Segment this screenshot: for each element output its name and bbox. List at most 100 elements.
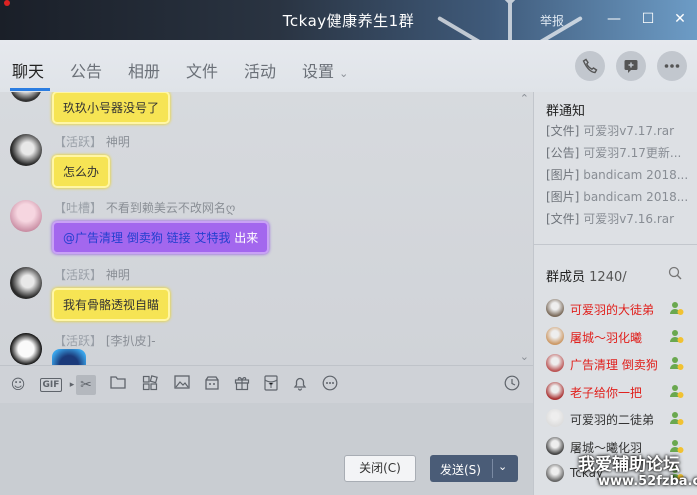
member-level-icon xyxy=(668,300,684,316)
notice-item[interactable]: [公告] 可爱羽7.17更新... xyxy=(546,144,681,161)
shop-icon[interactable] xyxy=(202,375,222,395)
member-name[interactable]: 屠城～羽化曦 xyxy=(570,329,642,346)
notification-dot xyxy=(4,0,10,6)
notice-item[interactable]: [文件] 可爱羽v7.17.rar xyxy=(546,122,674,139)
gif-icon[interactable]: GIF xyxy=(40,378,62,392)
notice-text: bandicam 2018... xyxy=(583,190,689,204)
member-name[interactable]: 广告清理 倒卖狗 xyxy=(570,356,658,373)
notice-kind: [文件] xyxy=(546,212,580,226)
notice-text: 可爱羽7.17更新... xyxy=(583,146,682,160)
report-link[interactable]: 举报 xyxy=(540,12,564,29)
window-title: Tckay健康养生1群 xyxy=(282,12,415,30)
member-item[interactable]: 老子给你一把 xyxy=(546,381,691,402)
notice-item[interactable]: [图片] bandicam 2018... xyxy=(546,166,688,183)
watermark-title: 我爱辅助论坛 xyxy=(578,455,680,475)
chevron-down-icon: ⌄ xyxy=(339,67,349,80)
close-button[interactable]: 关闭(C) xyxy=(344,455,416,482)
member-level-icon xyxy=(668,410,684,426)
member-avatar[interactable] xyxy=(546,299,564,317)
notice-item[interactable]: [图片] bandicam 2018... xyxy=(546,188,688,205)
tab-chat[interactable]: 聊天 xyxy=(12,58,44,82)
member-name[interactable]: 可爱羽的二徒弟 xyxy=(570,411,654,428)
notice-item[interactable]: [文件] 可爱羽v7.16.rar xyxy=(546,210,674,227)
avatar[interactable] xyxy=(10,333,42,365)
member-avatar[interactable] xyxy=(546,354,564,372)
members-title: 群成员 xyxy=(546,270,586,285)
message-sender: 【活跃】 神明 xyxy=(54,266,130,283)
phone-icon[interactable] xyxy=(575,51,605,81)
member-item[interactable]: 可爱羽的大徒弟 xyxy=(546,299,691,319)
minimize-icon[interactable]: — xyxy=(603,8,625,30)
history-icon[interactable] xyxy=(502,375,522,395)
more-dots-icon[interactable] xyxy=(320,375,340,395)
member-level-icon xyxy=(668,328,684,344)
scissors-icon[interactable]: ✂ xyxy=(76,375,96,395)
notice-text: bandicam 2018... xyxy=(583,168,689,182)
chat-messages[interactable]: ⌃ 玖玖小号器没号了 【活跃】 神明 怎么办 【吐槽】 不看到赖美云不改网名ღ … xyxy=(0,92,533,365)
avatar[interactable] xyxy=(10,134,42,166)
member-tag: 【活跃】 xyxy=(54,268,103,282)
notice-text: 可爱羽v7.16.rar xyxy=(583,212,675,226)
tab-settings[interactable]: 设置 ⌄ xyxy=(302,58,348,82)
sender-name[interactable]: 不看到赖美云不改网名ღ xyxy=(106,201,235,215)
tab-album[interactable]: 相册 xyxy=(128,58,160,82)
member-avatar[interactable] xyxy=(546,409,564,427)
message-sender: 【吐槽】 不看到赖美云不改网名ღ xyxy=(54,199,235,216)
panel-divider xyxy=(534,244,697,245)
tab-announcement[interactable]: 公告 xyxy=(70,58,102,82)
message-add-icon[interactable] xyxy=(616,51,646,81)
sender-name[interactable]: 神明 xyxy=(106,135,130,149)
watermark-url: www.52fzba.com xyxy=(598,474,697,489)
member-level-icon xyxy=(668,355,684,371)
watermark: 我爱辅助论坛 www.52fzba.com xyxy=(560,448,697,495)
message-bubble: 我有骨骼透视自瞄 xyxy=(52,288,171,321)
search-icon[interactable] xyxy=(668,266,682,284)
mention-text[interactable]: @广告清理 倒卖狗 链接 艾特我 xyxy=(63,231,230,245)
member-item[interactable]: 屠城～羽化曦 xyxy=(546,326,691,347)
image-icon[interactable] xyxy=(172,375,192,395)
avatar[interactable] xyxy=(10,200,42,232)
message-sender: 【活跃】 [李扒皮]- xyxy=(54,332,156,349)
notice-kind: [图片] xyxy=(546,168,580,182)
maximize-icon[interactable]: ☐ xyxy=(637,8,659,30)
tab-activity[interactable]: 活动 xyxy=(244,58,276,82)
bell-icon[interactable] xyxy=(290,375,310,395)
member-name[interactable]: 老子给你一把 xyxy=(570,384,642,401)
close-icon[interactable]: ✕ xyxy=(669,8,691,30)
right-panel: 群通知 [文件] 可爱羽v7.17.rar [公告] 可爱羽7.17更新... … xyxy=(533,92,697,495)
sender-name[interactable]: [李扒皮]- xyxy=(106,334,156,348)
apps-icon[interactable] xyxy=(140,375,160,395)
send-button-label: 发送(S) xyxy=(440,463,481,477)
tab-settings-label: 设置 xyxy=(302,62,335,81)
members-header: 群成员 1240/ xyxy=(546,266,627,285)
input-toolbar: ☺ GIF ▸ ✂ xyxy=(0,365,533,403)
red-packet-icon[interactable] xyxy=(261,375,281,395)
message-sticker xyxy=(52,349,86,365)
message-sender: 【活跃】 神明 xyxy=(54,133,130,150)
member-tag: 【活跃】 xyxy=(54,135,103,149)
scroll-down-icon[interactable]: ⌄ xyxy=(520,350,529,363)
member-avatar[interactable] xyxy=(546,381,564,400)
member-avatar[interactable] xyxy=(546,326,564,345)
title-bar[interactable]: Tckay健康养生1群 举报 — ☐ ✕ xyxy=(0,0,697,143)
member-item[interactable]: 广告清理 倒卖狗 xyxy=(546,354,691,374)
member-tag: 【吐槽】 xyxy=(54,201,103,215)
member-item[interactable]: 可爱羽的二徒弟 xyxy=(546,409,691,429)
notice-kind: [图片] xyxy=(546,190,580,204)
member-name[interactable]: 可爱羽的大徒弟 xyxy=(570,301,654,318)
avatar[interactable] xyxy=(10,267,42,299)
more-icon[interactable] xyxy=(657,51,687,81)
members-count: 1240/ xyxy=(589,270,627,285)
send-button[interactable]: 发送(S) ⌄ xyxy=(430,455,518,482)
gift-icon[interactable] xyxy=(232,375,252,395)
folder-icon[interactable] xyxy=(108,375,128,395)
emoji-icon[interactable]: ☺ xyxy=(8,375,28,395)
group-notice-title: 群通知 xyxy=(546,104,586,119)
avatar[interactable] xyxy=(10,92,42,102)
member-level-icon xyxy=(668,383,684,399)
sender-name[interactable]: 神明 xyxy=(106,268,130,282)
scroll-up-icon[interactable]: ⌃ xyxy=(520,92,529,105)
member-tag: 【活跃】 xyxy=(54,334,103,348)
tab-files[interactable]: 文件 xyxy=(186,58,218,82)
chevron-down-icon[interactable]: ⌄ xyxy=(498,460,507,473)
